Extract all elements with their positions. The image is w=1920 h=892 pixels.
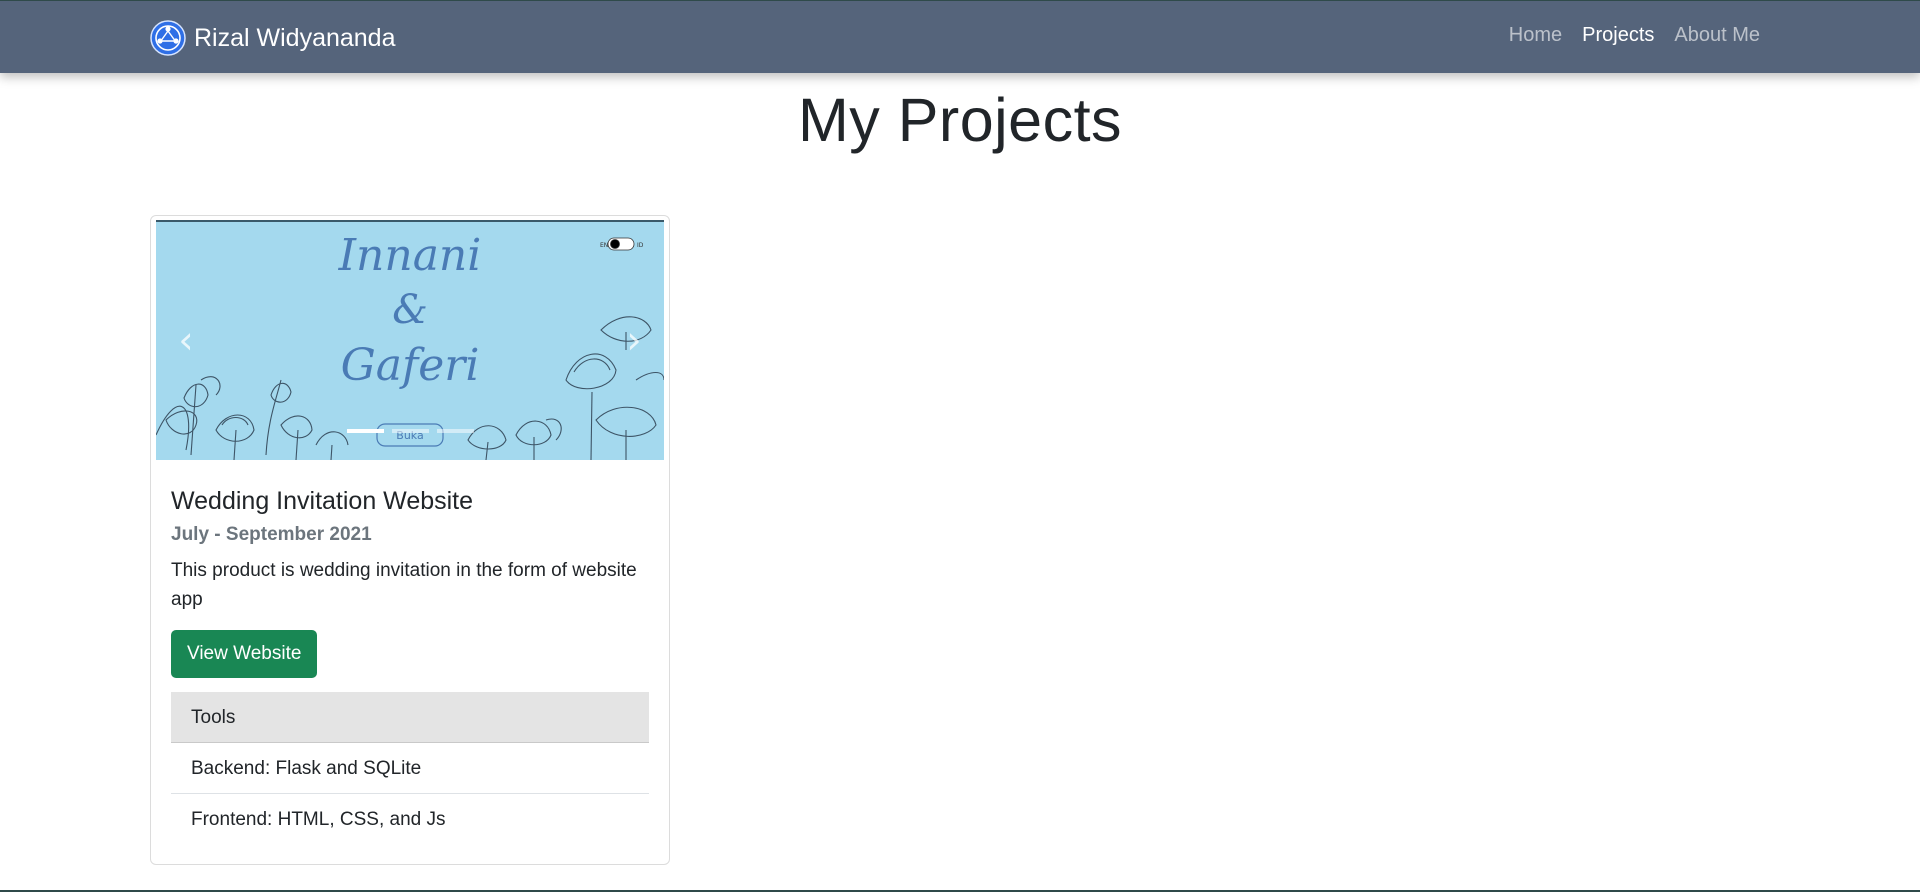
slide-text-line-3: Gaferi [341, 340, 480, 391]
carousel-indicator-2[interactable] [391, 429, 429, 433]
list-item: Backend: Flask and SQLite [171, 743, 649, 794]
carousel-prev-button[interactable]: ‹ [156, 300, 216, 380]
tools-list: Tools Backend: Flask and SQLite Frontend… [171, 692, 649, 845]
card-body: Wedding Invitation Website July - Septem… [171, 486, 649, 678]
language-toggle [607, 237, 635, 251]
carousel-indicator-3[interactable] [436, 429, 474, 433]
nav-link-projects[interactable]: Projects [1582, 24, 1654, 47]
top-navbar: Rizal Widyananda Home Projects About Me [0, 0, 1920, 73]
nav-link-about-me[interactable]: About Me [1674, 24, 1760, 47]
chevron-left-icon: ‹ [178, 318, 194, 362]
view-website-button[interactable]: View Website [171, 629, 318, 678]
list-item: Frontend: HTML, CSS, and Js [191, 809, 446, 830]
tools-header: Tools [171, 692, 649, 743]
project-title: Wedding Invitation Website [171, 487, 474, 515]
carousel-indicator-1[interactable] [346, 429, 384, 433]
page-title: My Projects [797, 86, 1123, 154]
project-description: This product is wedding invitation in th… [171, 560, 637, 611]
chevron-right-icon: › [626, 318, 642, 362]
slide-text-line-2: & [392, 287, 428, 333]
toggle-label-id: ID [637, 242, 644, 249]
slide-text-line-1: Innani [338, 230, 482, 281]
toggle-label-en: EN [600, 242, 608, 249]
brand-logo-icon [150, 20, 186, 56]
carousel-next-button[interactable]: › [604, 300, 664, 380]
project-carousel: Innani & Gaferi EN ID Buka ‹ › [156, 220, 664, 460]
project-card: Innani & Gaferi EN ID Buka ‹ › Wedding I… [150, 215, 670, 865]
carousel-slide-image: Innani & Gaferi EN ID Buka [156, 220, 664, 460]
brand-name: Rizal Widyananda [194, 23, 396, 52]
carousel-indicators [156, 429, 664, 433]
nav-links: Home Projects About Me [1509, 24, 1760, 47]
brand-link[interactable]: Rizal Widyananda [150, 20, 396, 56]
project-date: July - September 2021 [171, 524, 372, 545]
nav-link-home[interactable]: Home [1509, 24, 1562, 47]
